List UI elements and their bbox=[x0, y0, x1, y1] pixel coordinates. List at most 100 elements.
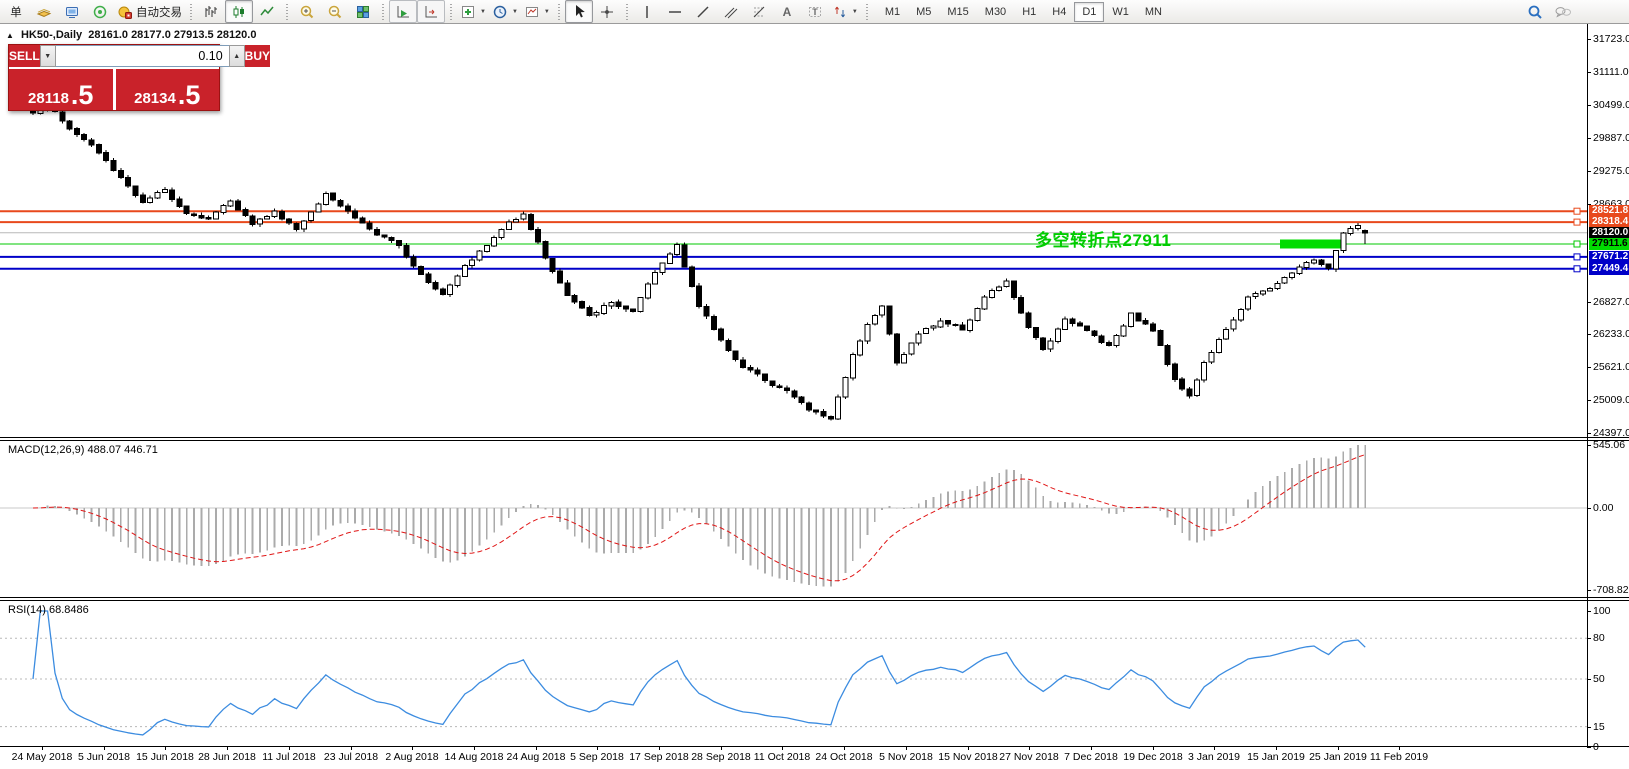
chart-annotation-text[interactable]: 多空转折点27911 bbox=[1035, 226, 1171, 251]
price-tick-label[interactable]: 26233.0 bbox=[1593, 328, 1629, 340]
trendline-icon[interactable] bbox=[689, 0, 717, 23]
terminal-icon[interactable] bbox=[58, 0, 86, 23]
pane-separator[interactable] bbox=[0, 600, 1629, 601]
date-label[interactable]: 11 Jul 2018 bbox=[262, 751, 316, 763]
candlestick-chart-icon[interactable] bbox=[225, 0, 253, 23]
new-order-label: 单 bbox=[10, 6, 22, 19]
date-label[interactable]: 5 Jun 2018 bbox=[78, 751, 130, 763]
chat-icon[interactable] bbox=[1549, 0, 1577, 23]
date-label[interactable]: 5 Sep 2018 bbox=[570, 751, 624, 763]
chart-shift-icon[interactable] bbox=[417, 0, 445, 23]
svg-text:A: A bbox=[783, 5, 792, 19]
volume-decrease-button[interactable]: ▼ bbox=[39, 45, 56, 67]
buy-price-panel[interactable]: 28134.5 bbox=[115, 69, 219, 111]
pane-separator[interactable] bbox=[0, 597, 1629, 598]
zoom-out-icon[interactable] bbox=[321, 0, 349, 23]
vertical-line-icon[interactable] bbox=[633, 0, 661, 23]
date-label[interactable]: 19 Dec 2018 bbox=[1123, 751, 1183, 763]
date-label[interactable]: 15 Jun 2018 bbox=[136, 751, 194, 763]
date-label[interactable]: 28 Jun 2018 bbox=[198, 751, 256, 763]
price-tick-label[interactable]: 26827.0 bbox=[1593, 296, 1629, 308]
new-order-button[interactable]: 单 bbox=[2, 0, 30, 23]
volume-increase-button[interactable]: ▲ bbox=[228, 45, 245, 67]
macd-tick-label[interactable]: 545.06 bbox=[1593, 439, 1625, 451]
collapse-triangle-icon[interactable]: ▲ bbox=[6, 31, 14, 40]
zoom-in-icon[interactable] bbox=[293, 0, 321, 23]
timeframe-button-M30[interactable]: M30 bbox=[977, 2, 1014, 22]
buy-button[interactable]: BUY bbox=[244, 45, 271, 67]
arrows-icon[interactable]: ▼ bbox=[829, 0, 861, 23]
rsi-tick-label[interactable]: 15 bbox=[1593, 721, 1605, 733]
crosshair-icon[interactable] bbox=[593, 0, 621, 23]
timeframe-button-M5[interactable]: M5 bbox=[908, 2, 939, 22]
price-tick-label[interactable]: 30499.0 bbox=[1593, 99, 1629, 111]
auto-scroll-icon[interactable] bbox=[389, 0, 417, 23]
price-tick-label[interactable]: 25621.0 bbox=[1593, 361, 1629, 373]
rsi-tick-label[interactable]: 100 bbox=[1593, 605, 1611, 617]
templates-icon[interactable]: ▼ bbox=[521, 0, 553, 23]
add-indicator-icon[interactable]: ▼ bbox=[457, 0, 489, 23]
main-chart-canvas[interactable] bbox=[0, 26, 1587, 437]
date-label[interactable]: 24 Oct 2018 bbox=[815, 751, 872, 763]
timeframe-button-M1[interactable]: M1 bbox=[877, 2, 908, 22]
history-book-icon[interactable] bbox=[30, 0, 58, 23]
timeframe-button-D1[interactable]: D1 bbox=[1074, 1, 1105, 22]
horizontal-line-icon[interactable] bbox=[661, 0, 689, 23]
autotrade-label: 自动交易 bbox=[136, 6, 182, 19]
date-label[interactable]: 3 Jan 2019 bbox=[1188, 751, 1240, 763]
date-label[interactable]: 24 May 2018 bbox=[12, 751, 73, 763]
text-label-icon[interactable]: T bbox=[801, 0, 829, 23]
date-label[interactable]: 23 Jul 2018 bbox=[324, 751, 378, 763]
macd-tick-label[interactable]: -708.82 bbox=[1593, 584, 1629, 596]
date-label[interactable]: 25 Jan 2019 bbox=[1309, 751, 1367, 763]
date-label[interactable]: 17 Sep 2018 bbox=[629, 751, 689, 763]
rsi-canvas[interactable] bbox=[0, 601, 1587, 745]
date-label[interactable]: 11 Oct 2018 bbox=[754, 751, 810, 763]
line-chart-icon[interactable] bbox=[253, 0, 281, 23]
timeframe-button-M15[interactable]: M15 bbox=[939, 2, 976, 22]
price-tick-label[interactable]: 29887.0 bbox=[1593, 132, 1629, 144]
buy-price-fraction: .5 bbox=[177, 80, 201, 111]
pane-separator[interactable] bbox=[0, 440, 1629, 441]
price-tick-label[interactable]: 25009.0 bbox=[1593, 394, 1629, 406]
fibonacci-icon[interactable] bbox=[745, 0, 773, 23]
date-label[interactable]: 11 Feb 2019 bbox=[1370, 751, 1428, 763]
price-tick-label[interactable]: 31111.0 bbox=[1593, 66, 1629, 78]
date-label[interactable]: 5 Nov 2018 bbox=[879, 751, 933, 763]
text-icon[interactable]: A bbox=[773, 0, 801, 23]
autotrade-button[interactable]: 自动交易 bbox=[114, 0, 185, 23]
date-label[interactable]: 24 Aug 2018 bbox=[507, 751, 566, 763]
timeframe-button-H1[interactable]: H1 bbox=[1014, 2, 1044, 22]
date-label[interactable]: 28 Sep 2018 bbox=[691, 751, 751, 763]
rsi-tick-label[interactable]: 0 bbox=[1593, 741, 1599, 753]
date-label[interactable]: 15 Jan 2019 bbox=[1247, 751, 1305, 763]
bar-chart-icon[interactable] bbox=[197, 0, 225, 23]
timeframe-button-W1[interactable]: W1 bbox=[1104, 2, 1137, 22]
chart-title: ▲ HK50-,Daily 28161.0 28177.0 27913.5 28… bbox=[6, 29, 256, 41]
date-label[interactable]: 14 Aug 2018 bbox=[445, 751, 504, 763]
timeframe-button-MN[interactable]: MN bbox=[1137, 2, 1170, 22]
macd-tick-label[interactable]: 0.00 bbox=[1593, 502, 1613, 514]
equidistant-channel-icon[interactable] bbox=[717, 0, 745, 23]
periods-clock-icon[interactable]: ▼ bbox=[489, 0, 521, 23]
macd-canvas[interactable] bbox=[0, 441, 1587, 597]
pane-separator[interactable] bbox=[0, 437, 1629, 438]
rsi-tick-label[interactable]: 80 bbox=[1593, 632, 1605, 644]
sell-price-panel[interactable]: 28118.5 bbox=[9, 69, 113, 110]
timeframe-button-H4[interactable]: H4 bbox=[1044, 2, 1074, 22]
search-icon[interactable] bbox=[1521, 0, 1549, 23]
date-label[interactable]: 7 Dec 2018 bbox=[1064, 751, 1118, 763]
price-tick-label[interactable]: 29275.0 bbox=[1593, 165, 1629, 177]
sell-button[interactable]: SELL bbox=[9, 45, 40, 67]
cursor-icon[interactable] bbox=[564, 0, 593, 23]
tile-windows-icon[interactable] bbox=[349, 0, 377, 23]
buy-price: 28134 bbox=[134, 89, 176, 107]
date-label[interactable]: 2 Aug 2018 bbox=[385, 751, 438, 763]
signal-icon[interactable] bbox=[86, 0, 114, 23]
date-label[interactable]: 15 Nov 2018 bbox=[938, 751, 998, 763]
volume-input[interactable] bbox=[55, 45, 229, 67]
date-label[interactable]: 27 Nov 2018 bbox=[999, 751, 1059, 763]
price-tick-label[interactable]: 24397.0 bbox=[1593, 427, 1629, 439]
price-tick-label[interactable]: 31723.0 bbox=[1593, 33, 1629, 45]
rsi-tick-label[interactable]: 50 bbox=[1593, 673, 1605, 685]
